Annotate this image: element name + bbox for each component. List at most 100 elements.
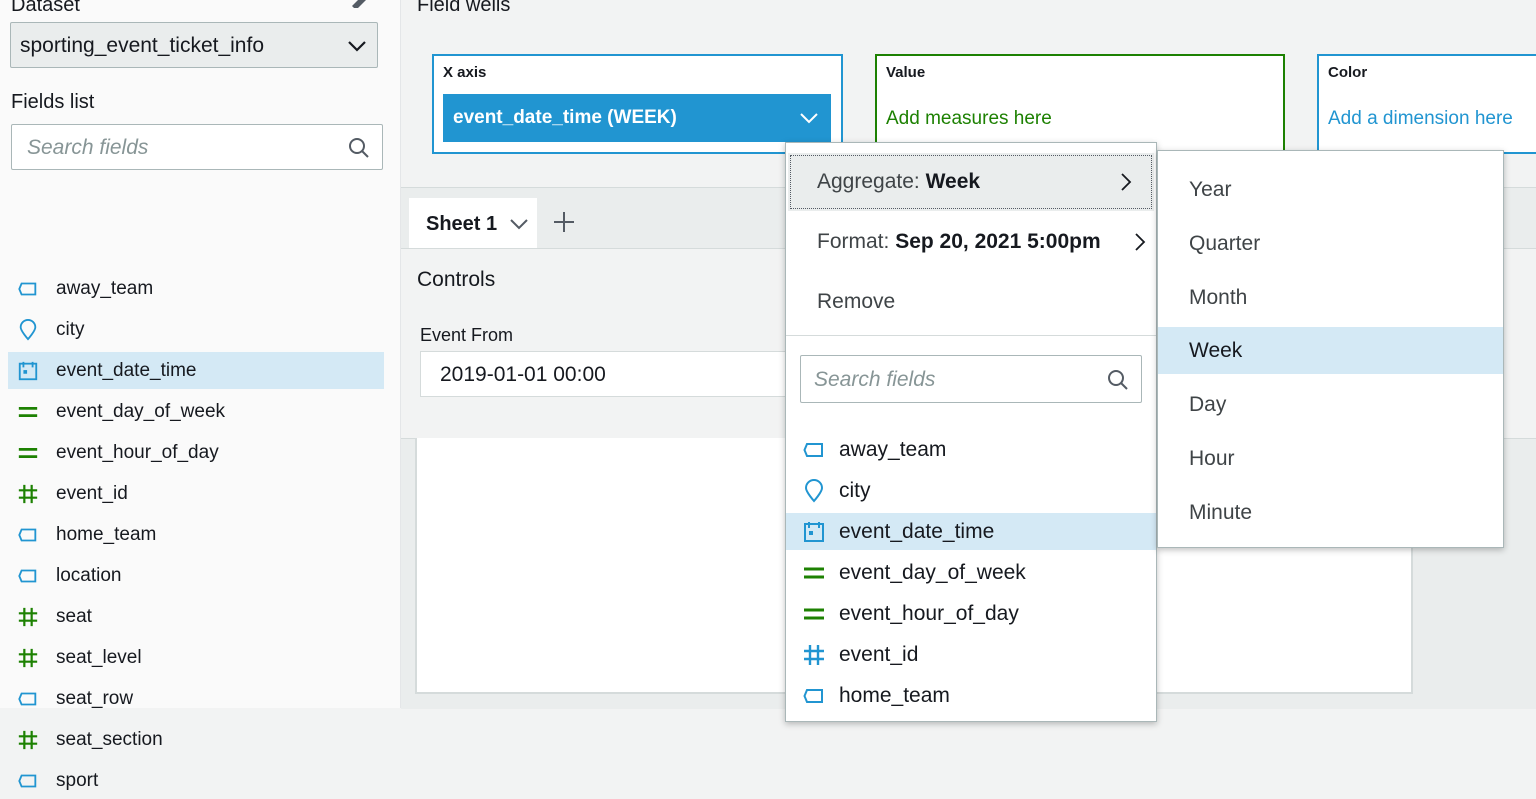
field-list-item[interactable]: event_hour_of_day: [8, 434, 384, 471]
chevron-down-icon[interactable]: [509, 217, 529, 231]
field-search-input[interactable]: Search fields: [11, 124, 383, 170]
string-tag-icon: [16, 687, 40, 711]
field-list-item[interactable]: home_team: [8, 516, 384, 553]
hash-icon: [801, 642, 827, 668]
field-name: away_team: [56, 277, 154, 299]
color-well[interactable]: Color Add a dimension here: [1317, 54, 1536, 154]
tab-sheet-1[interactable]: Sheet 1: [409, 198, 537, 248]
field-name: home_team: [839, 683, 950, 707]
menu-field-item[interactable]: event_hour_of_day: [786, 595, 1156, 632]
field-list-item[interactable]: location: [8, 557, 384, 594]
menu-field-item[interactable]: home_team: [786, 677, 1156, 714]
menu-field-item[interactable]: away_team: [786, 431, 1156, 468]
field-name: event_hour_of_day: [839, 601, 1019, 625]
string-tag-icon: [16, 277, 40, 301]
search-icon: [1108, 370, 1128, 390]
color-well-placeholder: Add a dimension here: [1328, 108, 1513, 129]
dataset-label: Dataset: [11, 0, 80, 16]
aggregate-value: Week: [925, 170, 981, 193]
color-well-label: Color: [1328, 64, 1368, 81]
aggregate-option-week[interactable]: Week: [1158, 327, 1503, 375]
fields-list-label: Fields list: [11, 91, 95, 113]
field-wells-title: Field wells: [417, 0, 511, 16]
aggregate-option-hour[interactable]: Hour: [1158, 435, 1503, 482]
edit-pencil-icon[interactable]: [350, 0, 368, 8]
equals-icon: [801, 601, 827, 627]
map-pin-icon: [16, 318, 40, 342]
aggregate-option-quarter[interactable]: Quarter: [1158, 220, 1503, 267]
menu-field-item[interactable]: city: [786, 472, 1156, 509]
format-menu-item[interactable]: Format: Sep 20, 2021 5:00pm: [788, 213, 1154, 271]
field-name: event_id: [56, 482, 128, 504]
field-list-item[interactable]: city: [8, 311, 384, 348]
chevron-down-icon: [800, 113, 818, 124]
field-name: event_date_time: [56, 359, 197, 381]
calendar-icon: [16, 359, 40, 383]
field-name: away_team: [839, 437, 947, 461]
left-panel: Dataset sporting_event_ticket_info Field…: [0, 0, 401, 791]
event-from-label: Event From: [420, 325, 514, 345]
field-list-item[interactable]: seat_row: [8, 680, 384, 717]
field-name: event_hour_of_day: [56, 441, 219, 463]
x-axis-label: X axis: [443, 64, 487, 81]
add-sheet-plus-icon[interactable]: [553, 211, 575, 233]
map-pin-icon: [801, 478, 827, 504]
value-well-placeholder: Add measures here: [886, 108, 1052, 129]
field-name: sport: [56, 769, 99, 791]
event-from-input[interactable]: 2019-01-01 00:00: [420, 351, 800, 397]
string-tag-icon: [16, 769, 40, 793]
menu-field-item[interactable]: event_id: [786, 636, 1156, 673]
aggregate-option-year[interactable]: Year: [1158, 166, 1503, 213]
format-value: Sep 20, 2021 5:00pm: [895, 230, 1101, 253]
controls-title: Controls: [417, 268, 496, 291]
field-context-menu: Aggregate: Week Format: Sep 20, 2021 5:0…: [785, 142, 1157, 722]
aggregate-option-minute[interactable]: Minute: [1158, 489, 1503, 536]
field-list-item[interactable]: event_date_time: [8, 352, 384, 389]
menu-field-item[interactable]: event_date_time: [786, 513, 1156, 550]
aggregate-option-month[interactable]: Month: [1158, 274, 1503, 321]
field-name: home_team: [56, 523, 157, 545]
field-name: seat_level: [56, 646, 142, 668]
x-axis-well[interactable]: X axis event_date_time (WEEK): [432, 54, 843, 154]
field-list-item[interactable]: away_team: [8, 270, 384, 307]
hash-icon: [16, 482, 40, 506]
search-placeholder: Search fields: [27, 136, 149, 159]
field-name: event_day_of_week: [839, 560, 1026, 584]
field-name: seat_row: [56, 687, 134, 709]
field-name: event_date_time: [839, 519, 995, 543]
aggregate-label: Aggregate:: [817, 170, 926, 193]
menu-field-item[interactable]: event_day_of_week: [786, 554, 1156, 591]
string-tag-icon: [16, 523, 40, 547]
field-list-item[interactable]: seat: [8, 598, 384, 635]
field-list-item[interactable]: sport: [8, 762, 384, 799]
menu-field-search-input[interactable]: Search fields: [800, 355, 1142, 403]
remove-menu-item[interactable]: Remove: [788, 273, 1154, 331]
field-list-item[interactable]: event_day_of_week: [8, 393, 384, 430]
value-well[interactable]: Value Add measures here: [875, 54, 1285, 154]
format-label: Format:: [817, 230, 896, 253]
hash-icon: [16, 728, 40, 752]
hash-icon: [16, 646, 40, 670]
field-name: event_id: [839, 642, 919, 666]
x-axis-field-pill[interactable]: event_date_time (WEEK): [443, 94, 831, 142]
calendar-icon: [801, 519, 827, 545]
field-name: city: [839, 478, 871, 502]
field-list-item[interactable]: seat_section: [8, 721, 384, 758]
aggregate-submenu: Year Quarter Month Week Day Hour Minute: [1157, 150, 1504, 548]
field-name: city: [56, 318, 85, 340]
search-icon: [349, 138, 369, 158]
field-list-item[interactable]: event_id: [8, 475, 384, 512]
aggregate-option-day[interactable]: Day: [1158, 381, 1503, 428]
field-list-item[interactable]: seat_level: [8, 639, 384, 676]
equals-icon: [16, 441, 40, 465]
menu-divider: [786, 335, 1156, 336]
string-tag-icon: [801, 683, 827, 709]
chevron-right-icon: [1135, 233, 1146, 251]
field-name: seat: [56, 605, 92, 627]
dataset-value: sporting_event_ticket_info: [20, 34, 264, 57]
aggregate-menu-item[interactable]: Aggregate: Week: [788, 153, 1154, 211]
chevron-down-icon: [348, 41, 366, 52]
dataset-select[interactable]: sporting_event_ticket_info: [10, 22, 378, 68]
field-name: location: [56, 564, 122, 586]
field-name: seat_section: [56, 728, 163, 750]
